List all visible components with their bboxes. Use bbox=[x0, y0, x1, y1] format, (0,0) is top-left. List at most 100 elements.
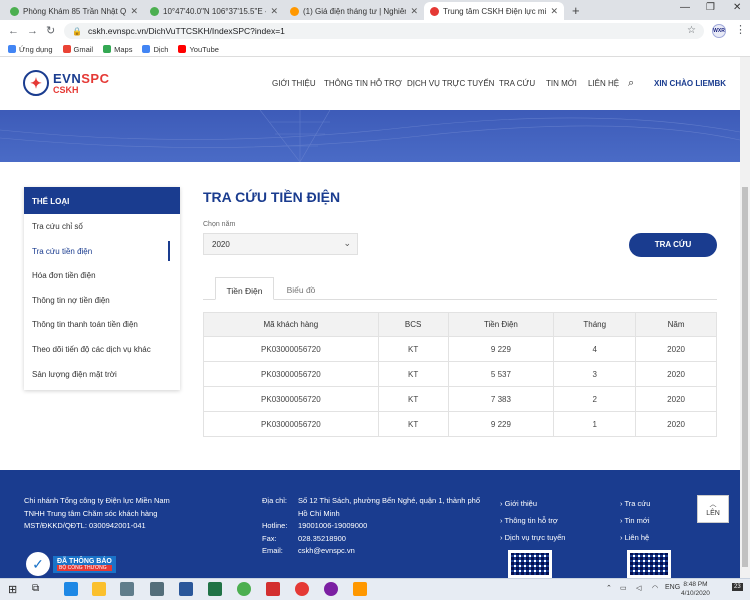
browser-tab-active[interactable]: Trung tâm CSKH Điện lực miền N ✕ bbox=[424, 2, 564, 20]
sidebar-item-thong-tin-no[interactable]: Thông tin nợ tiền điện bbox=[24, 288, 180, 313]
back-arrow-icon[interactable]: ← bbox=[8, 20, 19, 42]
table-row: PK03000056720 KT 9 229 4 2020 bbox=[203, 336, 717, 362]
site-footer: Chi nhánh Tổng công ty Điện lực Miền Nam… bbox=[0, 470, 740, 578]
excel-icon[interactable] bbox=[208, 582, 222, 596]
footer-link-tra-cuu[interactable]: Tra cứu bbox=[620, 495, 650, 512]
sidebar-item-tra-cuu-tien-dien[interactable]: Tra cứu tiền điện bbox=[24, 239, 180, 264]
cell-month: 4 bbox=[553, 336, 637, 362]
store-icon[interactable] bbox=[120, 582, 134, 596]
volume-icon[interactable]: ◁ bbox=[636, 584, 641, 592]
close-icon[interactable]: ✕ bbox=[550, 6, 558, 17]
nav-tra-cuu[interactable]: TRA CỨU bbox=[499, 79, 535, 88]
search-icon[interactable]: ⌕ bbox=[628, 77, 634, 90]
file-explorer-icon[interactable] bbox=[92, 582, 106, 596]
user-greeting[interactable]: XIN CHÀO LIEMBK bbox=[654, 79, 726, 88]
tab-tien-dien[interactable]: Tiền Điện bbox=[215, 277, 274, 300]
word-icon[interactable] bbox=[179, 582, 193, 596]
qr-code[interactable] bbox=[508, 550, 552, 578]
cell-bcs: KT bbox=[377, 411, 449, 437]
windows-start-icon[interactable]: ⊞ bbox=[8, 583, 17, 596]
network-icon[interactable]: ▭ bbox=[620, 584, 627, 592]
more-menu-icon[interactable]: ⋮ bbox=[735, 23, 746, 36]
hero-banner bbox=[0, 110, 740, 162]
chrome-icon[interactable] bbox=[237, 582, 251, 596]
bookmark-translate[interactable]: Dịch bbox=[142, 45, 168, 54]
bookmark-gmail[interactable]: Gmail bbox=[62, 45, 93, 54]
scrollbar-thumb[interactable] bbox=[742, 187, 748, 567]
footer-link-gioi-thieu[interactable]: Giới thiệu bbox=[500, 495, 565, 512]
evnspc-logo[interactable]: ✦ EVNSPC CSKH bbox=[23, 70, 109, 96]
youtube-icon bbox=[178, 45, 187, 53]
tray-chevron-icon[interactable]: ⌃ bbox=[606, 584, 612, 592]
nav-gioi-thieu[interactable]: GIỚI THIỆU bbox=[272, 79, 316, 88]
email-link[interactable]: cskh@evnspc.vn bbox=[298, 545, 483, 558]
app-icon[interactable] bbox=[295, 582, 309, 596]
search-button[interactable]: TRA CỨU bbox=[629, 233, 717, 257]
nav-tin-moi[interactable]: TIN MỚI bbox=[546, 79, 577, 88]
cell-year: 2020 bbox=[635, 336, 717, 362]
footer-link-dich-vu[interactable]: Dịch vụ trực tuyến bbox=[500, 529, 566, 546]
new-tab-icon[interactable]: + bbox=[572, 3, 580, 18]
footer-link-lien-he[interactable]: Liên hệ bbox=[620, 529, 650, 546]
contact-labels: Địa chỉ: Hotline: Fax: Email: bbox=[262, 496, 288, 555]
nav-thong-tin-ho-tro[interactable]: THÔNG TIN HỖ TRỢ bbox=[324, 79, 402, 88]
browser-tab[interactable]: (1) Giá điện tháng tư | Nghiên T ✕ bbox=[284, 2, 424, 20]
back-to-top-button[interactable]: ︿ LÊN bbox=[697, 495, 729, 523]
bookmark-apps[interactable]: Ứng dụng bbox=[8, 45, 53, 54]
nav-dich-vu-truc-tuyen[interactable]: DỊCH VỤ TRỰC TUYẾN bbox=[407, 79, 494, 88]
sidebar-item-thong-tin-thanh-toan[interactable]: Thông tin thanh toán tiền điện bbox=[24, 312, 180, 337]
bo-cong-thuong-badge[interactable]: ✓ ĐÃ THÔNG BÁO BỘ CÔNG THƯƠNG bbox=[26, 552, 116, 576]
qr-code[interactable] bbox=[627, 550, 671, 578]
sidebar-item-san-luong-dien-mat-troi[interactable]: Sản lượng điện mặt trời bbox=[24, 362, 180, 387]
app-icon[interactable] bbox=[353, 582, 367, 596]
cell-amount: 9 229 bbox=[447, 336, 555, 362]
close-icon[interactable]: ✕ bbox=[410, 6, 418, 17]
scrollbar[interactable] bbox=[740, 57, 750, 578]
cell-bcs: KT bbox=[377, 386, 449, 412]
viber-icon[interactable] bbox=[324, 582, 338, 596]
close-icon[interactable]: ✕ bbox=[270, 6, 278, 17]
cell-year: 2020 bbox=[635, 361, 717, 387]
nav-lien-he[interactable]: LIÊN HỆ bbox=[588, 79, 619, 88]
browser-tab[interactable]: 10°47'40.0"N 106°37'15.5"E - Goo ✕ bbox=[144, 2, 284, 20]
footer-link-tin-moi[interactable]: Tin mới bbox=[620, 512, 650, 529]
window-close-icon[interactable]: ✕ bbox=[733, 2, 741, 13]
sidebar-item-hoa-don-tien-dien[interactable]: Hóa đơn tiền điện bbox=[24, 263, 180, 288]
bookmark-youtube[interactable]: YouTube bbox=[178, 45, 219, 54]
task-view-icon[interactable]: ⧉ bbox=[32, 583, 39, 594]
acrobat-icon[interactable] bbox=[266, 582, 280, 596]
company-info: Chi nhánh Tổng công ty Điện lực Miền Nam… bbox=[24, 496, 170, 530]
site-header: ✦ EVNSPC CSKH GIỚI THIỆU THÔNG TIN HỖ TR… bbox=[0, 57, 740, 110]
profile-avatar[interactable]: WXR bbox=[712, 24, 726, 38]
tab-bieu-do[interactable]: Biểu đồ bbox=[281, 277, 321, 300]
page-title: TRA CỨU TIỀN ĐIỆN bbox=[203, 189, 341, 205]
browser-tab[interactable]: Phòng Khám 85 Trần Nhật Quang ✕ bbox=[4, 2, 144, 20]
edge-icon[interactable] bbox=[64, 582, 78, 596]
hotline-text[interactable]: 19001006-19009000 bbox=[298, 520, 483, 533]
forward-arrow-icon[interactable]: → bbox=[27, 20, 38, 42]
footer-link-thong-tin-ho-tro[interactable]: Thông tin hỗ trợ bbox=[500, 512, 565, 529]
reload-icon[interactable]: ↻ bbox=[46, 20, 55, 42]
close-icon[interactable]: ✕ bbox=[130, 6, 138, 17]
url-field[interactable]: 🔒 cskh.evnspc.vn/DichVuTTCSKH/IndexSPC?i… bbox=[64, 23, 704, 39]
wifi-icon[interactable]: ◠ bbox=[652, 584, 658, 592]
notification-badge[interactable]: 23 bbox=[732, 583, 743, 591]
language-indicator[interactable]: ENG bbox=[665, 584, 680, 591]
year-select[interactable]: 2020 ⌄ bbox=[203, 233, 358, 255]
cell-bcs: KT bbox=[377, 336, 449, 362]
maps-pin-icon bbox=[150, 6, 159, 16]
table-row: PK03000056720 KT 5 537 3 2020 bbox=[203, 361, 717, 387]
col-header: Tiền Điện bbox=[447, 312, 555, 337]
sidebar-item-theo-doi-tien-do[interactable]: Theo dõi tiến độ các dịch vụ khác bbox=[24, 337, 180, 362]
clock[interactable]: 8:48 PM 4/10/2020 bbox=[681, 580, 710, 598]
mail-icon[interactable] bbox=[150, 582, 164, 596]
chevron-down-icon: ⌄ bbox=[343, 238, 351, 248]
bookmark-star-icon[interactable]: ☆ bbox=[687, 25, 696, 36]
power-lines-graphic bbox=[0, 110, 740, 162]
bookmark-maps[interactable]: Maps bbox=[103, 45, 132, 54]
sidebar-item-tra-cuu-chi-so[interactable]: Tra cứu chỉ số bbox=[24, 214, 180, 239]
minimize-icon[interactable]: — bbox=[680, 2, 690, 13]
restore-icon[interactable]: ❐ bbox=[706, 2, 715, 13]
cell-amount: 7 383 bbox=[447, 386, 555, 412]
windows-taskbar: ⊞ ⧉ ⌃ ▭ ◁ ◠ ENG 8:48 PM 4/10/2020 23 bbox=[0, 578, 750, 600]
